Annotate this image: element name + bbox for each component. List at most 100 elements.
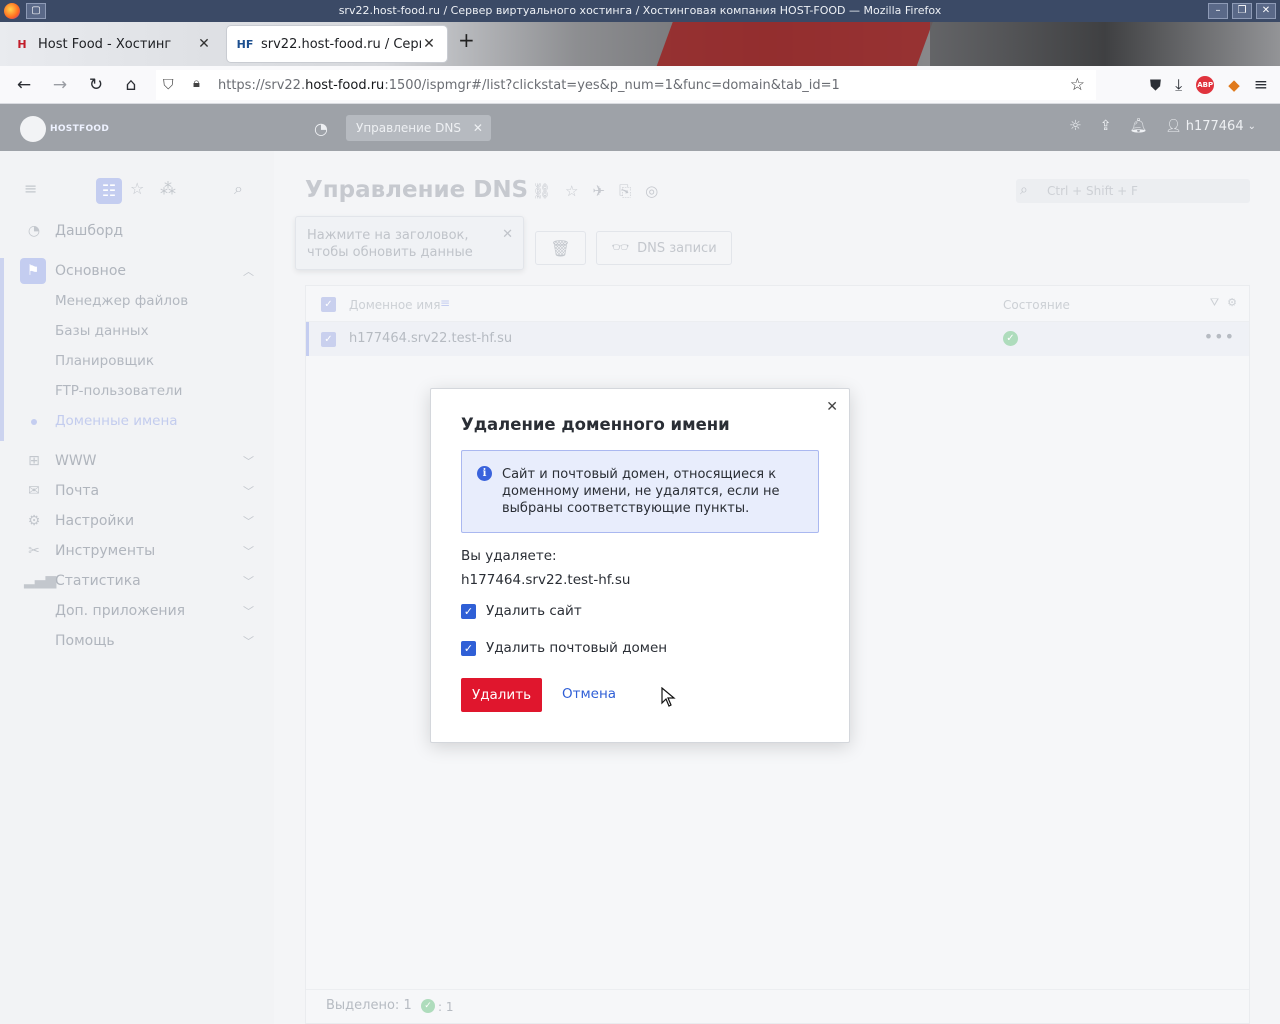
- sidebar-subitem-file-manager[interactable]: Менеджер файлов: [55, 293, 188, 309]
- sidebar-subitem-scheduler[interactable]: Планировщик: [55, 353, 154, 369]
- page-title[interactable]: Управление DNS: [305, 177, 528, 203]
- url-text[interactable]: https://srv22.host-food.ru:1500/ispmgr#/…: [218, 78, 840, 93]
- select-all-checkbox[interactable]: ✓: [321, 297, 336, 312]
- status-ok-icon: ✓: [421, 999, 435, 1013]
- user-icon: 👤︎: [1165, 118, 1182, 134]
- dns-chip-tab[interactable]: Управление DNS ✕: [346, 115, 491, 141]
- new-tab-button[interactable]: +: [458, 28, 475, 52]
- hf-favicon-icon: H: [17, 37, 27, 51]
- sidebar-item-dashboard[interactable]: ◔ Дашборд: [24, 221, 256, 241]
- menu-icon[interactable]: ≡: [1254, 75, 1268, 95]
- downloads-icon[interactable]: ⤓: [1175, 75, 1182, 95]
- bookmark-star-icon[interactable]: ☆: [1070, 75, 1085, 95]
- sidebar-item-mail[interactable]: ✉ Почта ﹀: [24, 481, 256, 501]
- sidebar-item-extra-apps[interactable]: Доп. приложения ﹀: [24, 601, 256, 621]
- chevron-down-icon: ﹀: [243, 545, 254, 558]
- row-checkbox[interactable]: ✓: [321, 332, 336, 347]
- title-actions: ⛓ ☆ ✈ ⎘ ◎: [532, 182, 658, 200]
- chevron-down-icon: ﹀: [243, 575, 254, 588]
- minimize-button[interactable]: –: [1208, 3, 1228, 19]
- favorite-star-icon[interactable]: ☆: [565, 182, 578, 200]
- pin-icon[interactable]: ✈: [593, 182, 606, 200]
- tab-strip: H Host Food - Хостинг ✕ HF srv22.host-fo…: [0, 22, 1280, 66]
- list-view-icon[interactable]: ☷: [96, 178, 122, 204]
- table-row[interactable]: ✓ h177464.srv22.test-hf.su ✓ •••: [306, 322, 1249, 356]
- tab-host-food[interactable]: H Host Food - Хостинг ✕: [4, 26, 222, 62]
- info-text: Сайт и почтовый домен, относящиеся к дом…: [502, 467, 780, 516]
- sun-icon[interactable]: ☼: [1069, 118, 1082, 134]
- close-dialog-icon[interactable]: ✕: [826, 399, 838, 415]
- extension-icon[interactable]: ◆: [1228, 76, 1240, 94]
- close-tab-icon[interactable]: ✕: [421, 36, 437, 52]
- trash-icon: 🗑︎: [550, 238, 571, 258]
- sidebar-toolbar: ≡ ☷ ☆ ⁂ ⌕: [24, 178, 254, 204]
- dns-records-button[interactable]: 👓︎ DNS записи: [596, 231, 732, 265]
- dashboard-icon[interactable]: ◔: [314, 119, 328, 138]
- checkbox-checked-icon[interactable]: ✓: [461, 603, 476, 619]
- sidebar-item-main[interactable]: Основное ︿: [24, 261, 256, 281]
- sidebar-item-tools[interactable]: ✂ Инструменты ﹀: [24, 541, 256, 561]
- hostfood-logo[interactable]: HOSTFOOD: [20, 116, 109, 142]
- export-icon[interactable]: ⎘: [619, 182, 631, 200]
- checkbox-checked-icon[interactable]: ✓: [461, 640, 476, 656]
- deleting-label: Вы удаляете:: [461, 548, 557, 564]
- table-header: ✓ Доменное имя ≡ Состояние ⛛ ⚙: [306, 286, 1249, 322]
- back-icon[interactable]: ←: [14, 75, 34, 95]
- help-lifebuoy-icon[interactable]: ◎: [645, 182, 658, 200]
- close-chip-icon[interactable]: ✕: [473, 115, 483, 141]
- sidebar-subitem-ftp-users[interactable]: FTP-пользователи: [55, 383, 182, 399]
- bell-icon[interactable]: 🔔︎: [1129, 118, 1147, 134]
- gear-icon[interactable]: ⚙: [1227, 296, 1237, 310]
- search-icon[interactable]: ⌕: [234, 179, 243, 199]
- pocket-icon[interactable]: ⛊: [1150, 76, 1161, 94]
- close-tooltip-icon[interactable]: ✕: [502, 226, 513, 243]
- search-icon: ⌕: [1020, 182, 1028, 198]
- search-input[interactable]: ⌕ Ctrl + Shift + F: [1016, 179, 1250, 203]
- table-footer: Выделено: 1 ✓ : 1: [306, 989, 1249, 1023]
- delete-mail-domain-checkbox[interactable]: ✓ Удалить почтовый домен: [461, 640, 667, 656]
- home-icon[interactable]: ⌂: [121, 75, 141, 95]
- link-icon[interactable]: ⛓: [532, 182, 551, 200]
- sort-icon[interactable]: ≡: [440, 296, 450, 310]
- chevron-down-icon: ﹀: [243, 635, 254, 648]
- user-menu[interactable]: 👤︎ h177464 ⌄: [1165, 119, 1256, 134]
- sidebar-item-settings[interactable]: ⚙ Настройки ﹀: [24, 511, 256, 531]
- sidebar-item-help[interactable]: Помощь ﹀: [24, 631, 256, 651]
- lock-icon[interactable]: 🔒︎: [193, 76, 200, 91]
- active-dot-icon: [31, 419, 37, 425]
- hamburger-icon[interactable]: ≡: [24, 179, 37, 198]
- column-header-state[interactable]: Состояние: [1003, 298, 1070, 312]
- theme-banner: [647, 22, 933, 66]
- chevron-down-icon: ﹀: [243, 455, 254, 468]
- sidebar-subitem-databases[interactable]: Базы данных: [55, 323, 149, 339]
- delete-toolbar-button[interactable]: 🗑︎: [535, 231, 586, 265]
- ok-count: : 1: [438, 1000, 454, 1014]
- cancel-button[interactable]: Отмена: [562, 686, 616, 702]
- column-header-domain[interactable]: Доменное имя: [349, 298, 440, 312]
- close-tab-icon[interactable]: ✕: [196, 36, 212, 52]
- sidebar-subitem-domain-names[interactable]: Доменные имена: [55, 413, 178, 429]
- adblock-icon[interactable]: ABP: [1196, 76, 1215, 94]
- delete-button[interactable]: Удалить: [461, 678, 542, 712]
- maximize-button[interactable]: ❐: [1232, 3, 1252, 19]
- chevron-up-icon: ︿: [243, 265, 254, 278]
- refresh-tooltip: Нажмите на заголовок, чтобы обновить дан…: [295, 216, 524, 270]
- shield-icon[interactable]: ⛉: [163, 77, 174, 93]
- forward-icon[interactable]: →: [50, 75, 70, 95]
- favorites-star-icon[interactable]: ☆: [130, 179, 144, 198]
- row-domain: h177464.srv22.test-hf.su: [349, 331, 513, 346]
- window-title: srv22.host-food.ru / Сервер виртуального…: [338, 4, 942, 17]
- sidebar-item-statistics[interactable]: ▂▄▆ Статистика ﹀: [24, 571, 256, 591]
- reload-icon[interactable]: ↻: [86, 75, 106, 95]
- sidebar: ≡ ☷ ☆ ⁂ ⌕ ◔ Дашборд ⚑ Основное ︿ Менедже…: [0, 151, 274, 1024]
- delete-site-checkbox[interactable]: ✓ Удалить сайт: [461, 603, 582, 619]
- upload-icon[interactable]: ⇪: [1100, 118, 1112, 134]
- filter-icon[interactable]: ⛛: [1210, 296, 1219, 310]
- url-bar[interactable]: ⛉ 🔒︎ https://srv22.host-food.ru:1500/isp…: [156, 70, 1096, 100]
- chevron-down-icon: ﹀: [243, 485, 254, 498]
- tab-srv22[interactable]: HF srv22.host-food.ru / Сервер ✕: [227, 26, 447, 62]
- row-more-icon[interactable]: •••: [1204, 327, 1235, 346]
- footprints-icon[interactable]: ⁂: [160, 179, 176, 198]
- close-window-button[interactable]: ✕: [1256, 3, 1276, 19]
- sidebar-item-www[interactable]: ⊞ WWW ﹀: [24, 451, 256, 471]
